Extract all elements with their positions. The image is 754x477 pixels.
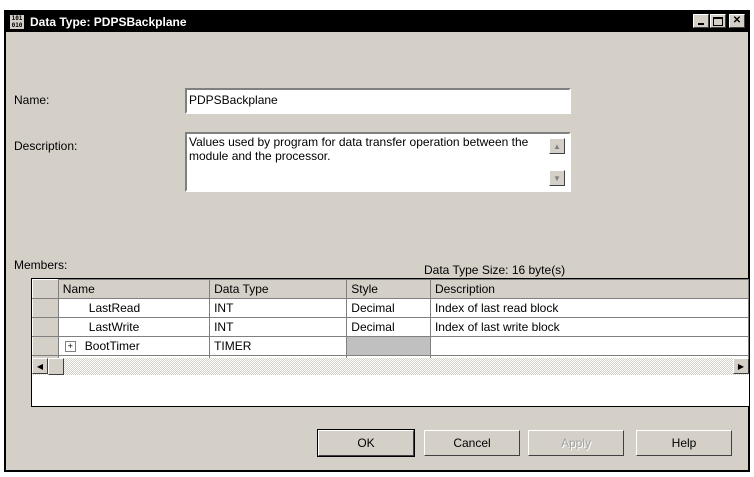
minimize-icon [698, 23, 704, 25]
triangle-right-icon: ▶ [737, 361, 745, 371]
member-name[interactable]: LastWrite [57, 317, 211, 337]
table-row[interactable]: LastWrite INT Decimal Index of last writ… [32, 317, 749, 337]
ok-label: OK [357, 436, 375, 450]
scroll-left-button[interactable]: ◀ [32, 358, 48, 374]
members-grid[interactable]: Name Data Type Style Description LastRea… [31, 278, 750, 407]
row-header[interactable] [32, 336, 59, 356]
header-row: Name Data Type Style Description [32, 279, 749, 299]
help-label: Help [671, 436, 697, 450]
member-description[interactable] [429, 336, 749, 356]
row-header[interactable] [32, 317, 59, 337]
expand-plus-icon[interactable]: + [64, 341, 76, 353]
apply-button[interactable]: Apply [528, 430, 624, 456]
data-type-dialog: 101 010 Data Type: PDPSBackplane ✕ Name:… [4, 10, 750, 472]
description-label: Description: [14, 139, 78, 153]
close-icon: ✕ [732, 15, 742, 26]
member-style [346, 336, 431, 356]
close-button[interactable]: ✕ [729, 14, 745, 28]
title-bar: 101 010 Data Type: PDPSBackplane ✕ [6, 12, 748, 32]
data-type-size: Data Type Size: 16 byte(s) [424, 263, 566, 277]
apply-label: Apply [560, 436, 592, 450]
data-type-icon: 101 010 [10, 15, 24, 29]
member-data-type[interactable]: TIMER [209, 336, 348, 356]
scroll-up-button[interactable]: ▲ [549, 138, 565, 154]
members-label: Members: [14, 258, 68, 272]
row-header[interactable] [32, 298, 59, 318]
member-style[interactable]: Decimal [346, 298, 431, 318]
column-header-data-type[interactable]: Data Type [209, 279, 348, 299]
name-label: Name: [14, 93, 50, 107]
table-row[interactable]: + BootTimer TIMER [32, 336, 749, 356]
column-header-name[interactable]: Name [57, 279, 211, 299]
maximize-button[interactable] [710, 14, 726, 28]
help-button[interactable]: Help [636, 430, 732, 456]
member-description[interactable]: Index of last write block [429, 317, 749, 337]
triangle-down-icon: ▼ [553, 173, 561, 183]
column-header-description[interactable]: Description [429, 279, 749, 299]
cancel-label: Cancel [453, 436, 491, 450]
member-name: BootTimer [84, 339, 140, 353]
window-title: Data Type: PDPSBackplane [30, 15, 187, 29]
description-field[interactable]: Values used by program for data transfer… [185, 132, 571, 192]
scroll-right-button[interactable]: ▶ [733, 358, 749, 374]
minimize-button[interactable] [693, 14, 709, 28]
maximize-icon [713, 16, 723, 26]
scroll-down-button[interactable]: ▼ [549, 170, 565, 186]
cancel-button[interactable]: Cancel [424, 430, 520, 456]
name-field[interactable]: PDPSBackplane [185, 88, 571, 114]
triangle-left-icon: ◀ [36, 361, 44, 371]
name-value: PDPSBackplane [189, 93, 278, 107]
table-row[interactable]: LastRead INT Decimal Index of last read … [32, 298, 749, 318]
ok-button[interactable]: OK [317, 429, 415, 457]
corner-cell [32, 279, 59, 299]
member-name[interactable]: LastRead [57, 298, 211, 318]
description-value: Values used by program for data transfer… [189, 135, 529, 163]
member-name-cell[interactable]: + BootTimer [57, 336, 211, 356]
scroll-thumb[interactable] [48, 358, 64, 375]
member-description[interactable]: Index of last read block [429, 298, 749, 318]
description-scrollbar[interactable]: ▲ ▼ [549, 138, 565, 186]
horizontal-scrollbar[interactable]: ◀ ▶ [32, 358, 749, 375]
member-data-type[interactable]: INT [209, 298, 348, 318]
column-header-style[interactable]: Style [346, 279, 431, 299]
member-style[interactable]: Decimal [346, 317, 431, 337]
triangle-up-icon: ▲ [553, 141, 561, 151]
member-data-type[interactable]: INT [209, 317, 348, 337]
